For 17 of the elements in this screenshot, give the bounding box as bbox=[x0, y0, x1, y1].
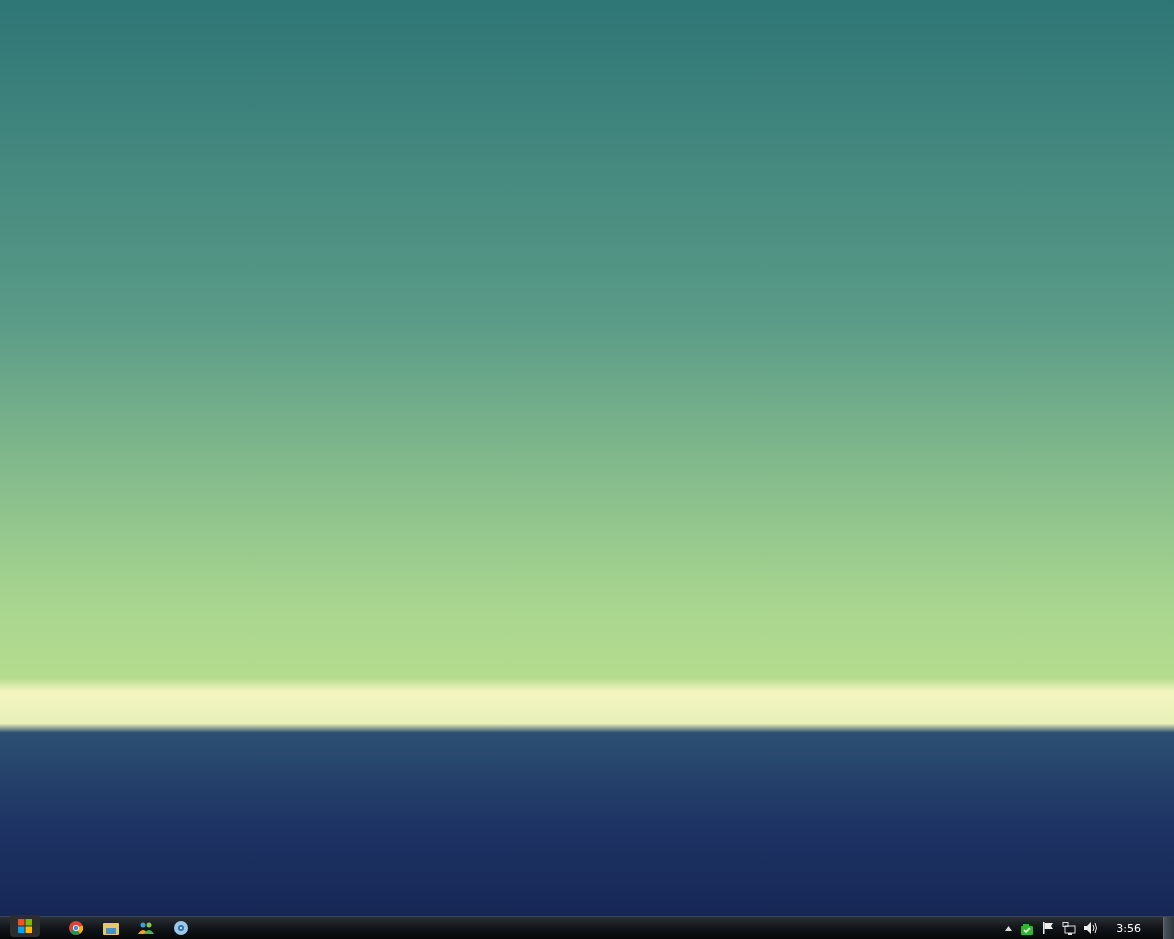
people-icon bbox=[137, 921, 154, 935]
disc-icon bbox=[173, 921, 188, 935]
check-icon bbox=[1020, 921, 1035, 935]
flag-icon bbox=[1042, 922, 1055, 934]
start-button[interactable] bbox=[10, 915, 40, 937]
speaker-icon bbox=[1084, 922, 1099, 934]
windows-logo-icon bbox=[17, 918, 33, 934]
clock[interactable]: 3:56 bbox=[1116, 921, 1141, 935]
browser-icon bbox=[68, 921, 83, 935]
volume-button[interactable] bbox=[1084, 922, 1099, 934]
caret-up-icon bbox=[1005, 925, 1013, 931]
network-icon bbox=[1062, 921, 1077, 935]
network-button[interactable] bbox=[1062, 921, 1077, 935]
action-center-button[interactable] bbox=[1042, 922, 1055, 934]
show-hidden-icons-button[interactable] bbox=[1005, 925, 1013, 931]
sync-tray-button[interactable] bbox=[1020, 921, 1035, 935]
folder-icon bbox=[102, 921, 119, 935]
